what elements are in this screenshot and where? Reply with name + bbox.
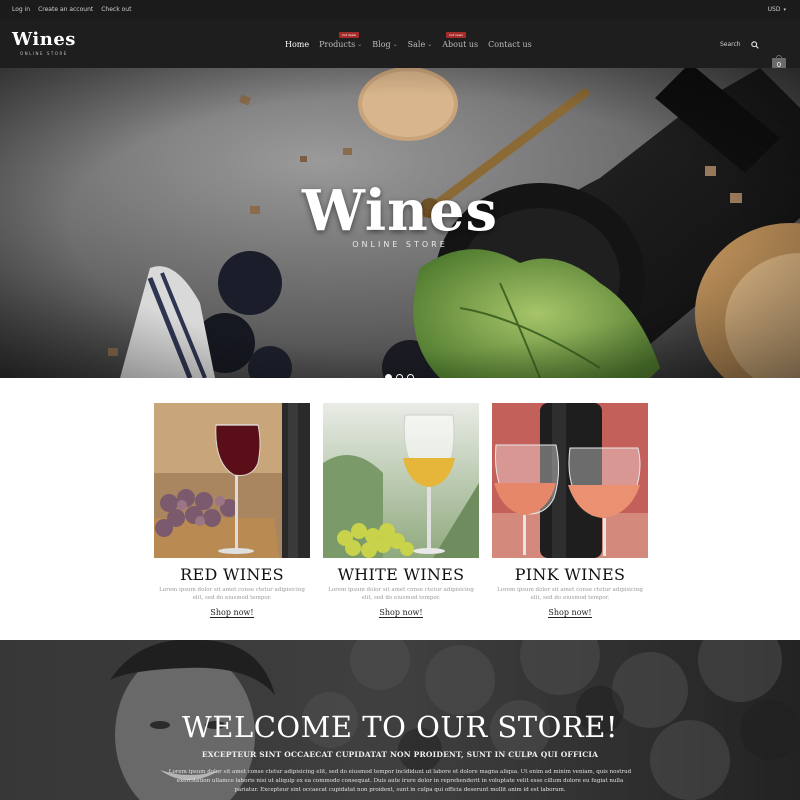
nav-item-sale[interactable]: Sale ⌄ [408,40,433,49]
category-description: Lorem ipsum dolor sit amet conse ctetur … [328,587,474,601]
nav-item-label: Products [319,40,356,49]
slider-dot[interactable] [396,374,403,378]
shop-now-link[interactable]: Shop now! [323,608,479,618]
account-links: Log in Create an account Check out [12,6,131,13]
shop-now-link[interactable]: Shop now! [154,608,310,618]
nav-item-home[interactable]: Home [285,40,309,49]
nav-item-label: Contact us [488,40,532,49]
slider-dot[interactable] [385,374,392,378]
top-utility-bar: Log in Create an account Check out USD ▾ [0,0,800,20]
chevron-down-icon: ▾ [783,6,786,13]
chevron-down-icon: ⌄ [427,41,433,48]
category-description: Lorem ipsum dolor sit amet conse ctetur … [159,587,305,601]
checkout-link[interactable]: Check out [101,6,131,13]
welcome-title: WELCOME TO OUR STORE! [181,710,619,744]
hero-title: Wines [301,178,499,244]
nav-item-label: About us [442,40,479,49]
category-title: RED WINES [180,565,284,584]
category-card-red: RED WINES Lorem ipsum dolor sit amet con… [154,403,310,618]
nav-item-label: Blog [372,40,391,49]
slider-pagination [385,374,414,378]
chevron-down-icon: ⌄ [357,41,363,48]
create-account-link[interactable]: Create an account [38,6,93,13]
red-wine-image[interactable] [154,403,310,558]
white-wine-image[interactable] [323,403,479,558]
hero-subtitle: ONLINE STORE [352,240,448,249]
login-link[interactable]: Log in [12,6,30,13]
logo-tagline: ONLINE STORE [20,51,68,56]
category-card-pink: PINK WINES Lorem ipsum dolor sit amet co… [492,403,648,618]
nav-item-contact[interactable]: Contact us [488,40,532,49]
category-grid: RED WINES Lorem ipsum dolor sit amet con… [154,403,648,623]
category-card-white: WHITE WINES Lorem ipsum dolor sit amet c… [323,403,479,618]
pink-wine-image[interactable] [492,403,648,558]
nav-item-label: Sale [407,40,426,49]
site-logo[interactable]: Wines ONLINE STORE [12,29,76,57]
welcome-subtitle: EXCEPTEUR SINT OCCAECAT CUPIDATAT NON PR… [201,750,599,759]
category-title: WHITE WINES [337,565,465,584]
slider-dot[interactable] [407,374,414,378]
logo-wordmark: Wines [12,29,76,50]
search-icon[interactable] [751,41,759,49]
nav-badge: hot deals [339,32,359,38]
main-header: Wines ONLINE STORE Home hot deals Produc… [0,20,800,73]
search-label[interactable]: Search [720,41,741,48]
currency-label: USD [767,6,781,13]
nav-item-products[interactable]: hot deals Products ⌄ [319,32,363,49]
category-title: PINK WINES [514,565,626,584]
nav-item-about[interactable]: hot news About us [442,32,479,49]
welcome-body: Lorem ipsum dolor sit amet conse ctetur … [168,769,632,793]
main-nav: Home hot deals Products ⌄ Blog ⌄ Sale ⌄ … [285,32,532,49]
nav-item-blog[interactable]: Blog ⌄ [372,40,397,49]
chevron-down-icon: ⌄ [392,41,398,48]
category-description: Lorem ipsum dolor sit amet conse ctetur … [497,587,643,601]
nav-badge: hot news [446,32,466,38]
shop-now-link[interactable]: Shop now! [492,608,648,618]
nav-item-label: Home [285,40,310,49]
currency-selector[interactable]: USD ▾ [768,6,786,13]
